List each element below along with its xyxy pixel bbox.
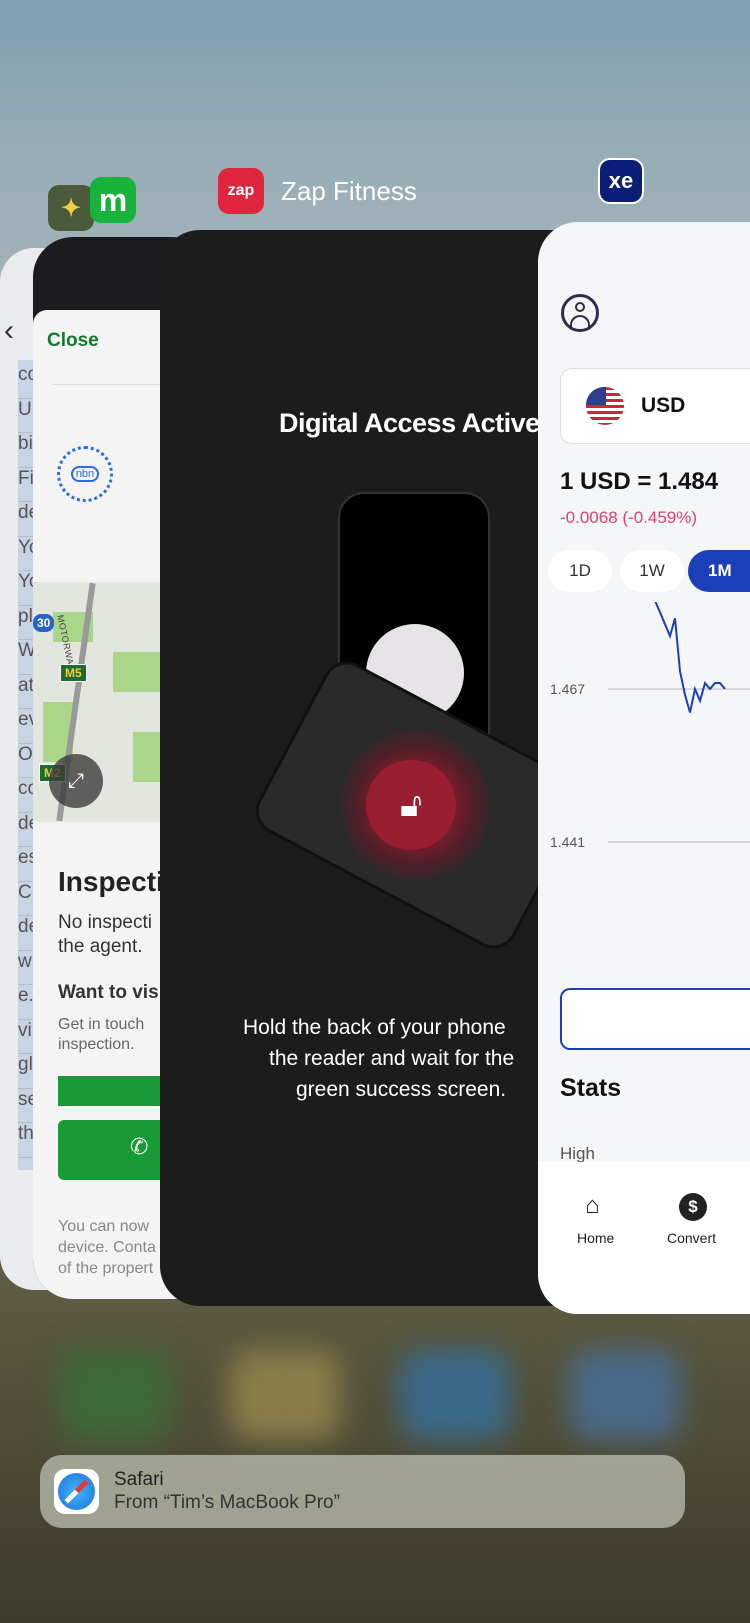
stats-high-label: High <box>560 1144 595 1163</box>
visit-text-2: inspection. <box>58 1036 135 1053</box>
footer-text: You can now <box>58 1218 150 1235</box>
stats-title: Stats <box>560 1074 622 1102</box>
xe-app-icon[interactable]: xe <box>598 158 644 204</box>
inspection-text: No inspecti <box>58 912 152 933</box>
instruction-line: Hold the back of your phone <box>243 1016 506 1039</box>
rate-chart[interactable]: 1.4941.4671.441 <box>538 602 750 942</box>
nbn-logo: nbn <box>57 446 113 502</box>
dollar-coin-icon[interactable]: $ <box>679 1193 707 1221</box>
digital-access-title: Digital Access Active <box>279 408 540 438</box>
banner-subtitle: From “Tim’s MacBook Pro” <box>114 1492 340 1513</box>
range-1d[interactable]: 1D <box>548 550 612 592</box>
safari-icon <box>54 1469 99 1514</box>
range-1w[interactable]: 1W <box>620 550 684 592</box>
back-icon[interactable]: ‹ <box>4 314 14 348</box>
y-tick-label: 1.441 <box>550 834 585 850</box>
app-name-label: Zap Fitness <box>281 176 417 206</box>
tab-convert[interactable]: Convert <box>667 1230 716 1246</box>
road-badge-m5: M5 <box>60 664 87 682</box>
rate-change: -0.0068 (-0.459%) <box>560 508 698 527</box>
zap-app-icon[interactable]: zap <box>218 168 264 214</box>
visit-text: Get in touch <box>58 1016 145 1033</box>
zap-fitness-card[interactable]: Digital Access Active 🔓︎ Hold the back o… <box>160 230 590 1306</box>
us-flag-icon <box>586 387 624 425</box>
blurred-dock <box>60 1350 700 1440</box>
currency-select[interactable]: USD <box>560 368 750 444</box>
rate-text: 1 USD = 1.484 <box>560 468 719 495</box>
visit-title: Want to vis <box>58 982 159 1003</box>
footer-text-3: of the propert <box>58 1260 154 1277</box>
instruction-line: green success screen. <box>296 1078 507 1101</box>
tab-home[interactable]: Home <box>577 1230 614 1246</box>
footer-text-2: device. Conta <box>58 1239 156 1256</box>
banner-app-name: Safari <box>114 1469 164 1490</box>
rate-line <box>654 602 726 713</box>
y-tick-label: 1.467 <box>550 681 585 697</box>
road-badge-30: 30 <box>33 614 55 632</box>
amount-input[interactable] <box>560 988 750 1050</box>
close-button[interactable]: Close <box>47 330 99 352</box>
range-1m[interactable]: 1M <box>688 550 750 592</box>
inspection-text-2: the agent. <box>58 936 143 957</box>
inspection-title: Inspecti <box>58 866 164 897</box>
handoff-banner[interactable]: Safari From “Tim’s MacBook Pro” <box>40 1455 685 1528</box>
tab-bar: ⌂ Home $ Convert <box>538 1162 750 1314</box>
unlock-icon: 🔓︎ <box>366 760 456 850</box>
currency-code: USD <box>641 394 686 417</box>
expand-map-icon[interactable]: ⤢ <box>49 754 103 808</box>
m-app-icon[interactable]: m <box>90 177 136 223</box>
home-icon[interactable]: ⌂ <box>585 1192 600 1220</box>
profile-icon[interactable] <box>561 294 599 332</box>
butterfly-app-icon[interactable]: ✦ <box>48 185 94 231</box>
instruction-line: the reader and wait for the <box>269 1047 515 1070</box>
xe-card[interactable]: USD 1 USD = 1.484 -0.0068 (-0.459%) 1D 1… <box>538 222 750 1314</box>
